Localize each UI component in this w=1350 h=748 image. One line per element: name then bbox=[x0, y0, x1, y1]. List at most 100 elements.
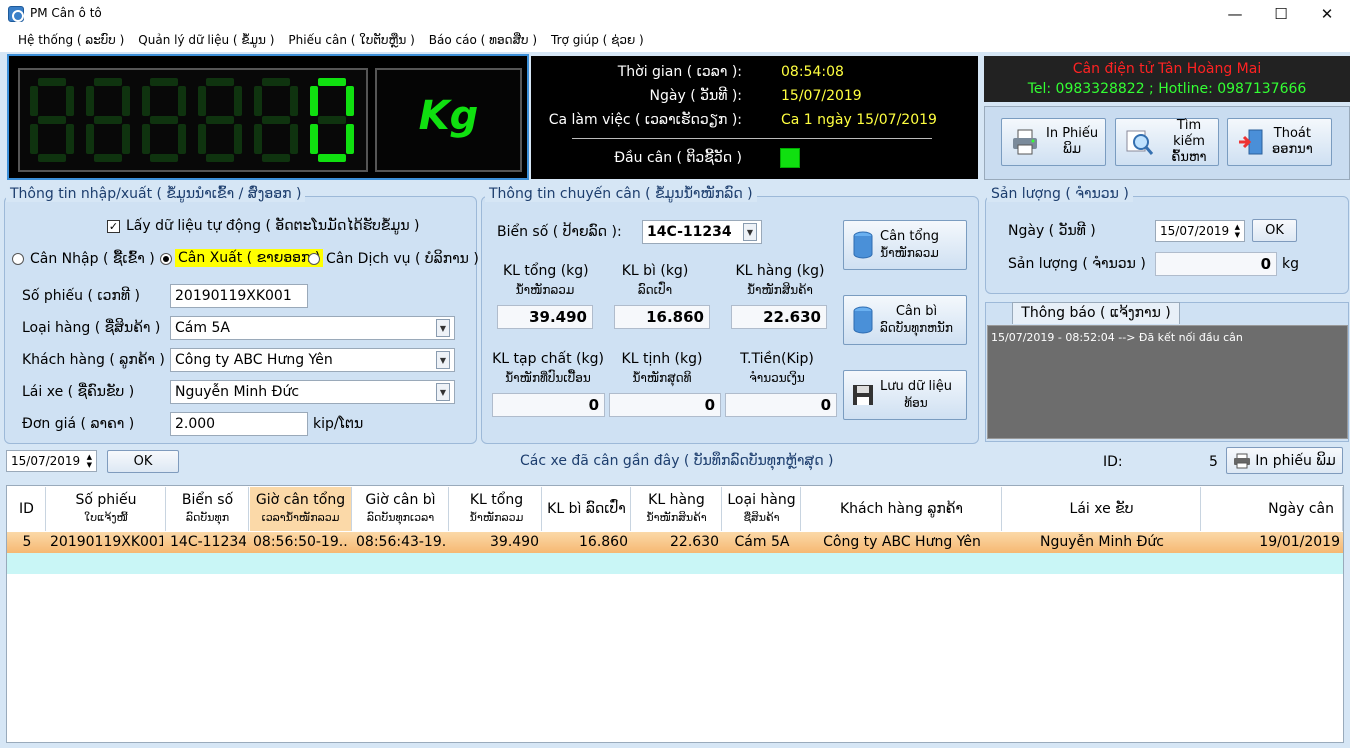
close-button[interactable]: ✕ bbox=[1304, 0, 1350, 28]
radio-export-dot bbox=[160, 253, 172, 265]
column-header[interactable]: Biển số ລົດບັນທຸກ bbox=[167, 487, 249, 531]
customer-combo[interactable]: Công ty ABC Hưng Yên ▼ bbox=[170, 348, 455, 372]
goods-combo[interactable]: Cám 5A ▼ bbox=[170, 316, 455, 340]
ticket-number-field[interactable]: 20190119XK001 bbox=[170, 284, 308, 308]
weight-readout bbox=[18, 68, 368, 172]
recent-date-picker[interactable]: 15/07/2019 ▲ ▼ bbox=[6, 450, 97, 472]
price-unit: kip/ໂຕນ bbox=[313, 416, 364, 432]
digit-4-segment-f bbox=[254, 86, 262, 116]
chevron-down-icon[interactable]: ▼ bbox=[436, 319, 450, 337]
money-label: T.Tiền(Kip) bbox=[740, 351, 814, 367]
digit-5-segment-b bbox=[346, 86, 354, 116]
table-cell: 08:56:43-19... bbox=[356, 534, 446, 550]
spinner-icon[interactable]: ▲ ▼ bbox=[1235, 223, 1240, 239]
weigh-tare-button[interactable]: Cân bì ລົດບັນທຸກຫນັກ bbox=[843, 295, 967, 345]
digit-1-segment-a bbox=[94, 78, 122, 86]
weigh-tare-label-lao: ລົດບັນທຸກຫນັກ bbox=[880, 321, 953, 335]
column-header[interactable]: Loại hàng ຊື່ສິນຄ້າ bbox=[723, 487, 801, 531]
exit-door-icon bbox=[1239, 129, 1263, 155]
chevron-down-icon[interactable]: ▼ bbox=[436, 383, 450, 401]
save-data-button[interactable]: Lưu dữ liệu ທ້ອນ bbox=[843, 370, 967, 420]
time-label: Thời gian ( ເວລາ ): bbox=[617, 64, 742, 80]
digit-5-segment-f bbox=[310, 86, 318, 116]
output-group bbox=[985, 196, 1349, 294]
radio-service[interactable] bbox=[308, 253, 320, 269]
menu-data-management[interactable]: Quản lý dữ liệu ( ຂໍ້ມູນ ) bbox=[131, 33, 281, 47]
menu-help[interactable]: Trợ giúp ( ຊ່ວຍ ) bbox=[544, 33, 651, 47]
table-cell: 16.860 bbox=[579, 534, 628, 550]
maximize-button[interactable]: ☐ bbox=[1258, 0, 1304, 28]
output-ok-button[interactable]: OK bbox=[1252, 219, 1297, 242]
printer-icon bbox=[1013, 129, 1037, 155]
search-button[interactable]: Tìm kiếm ຄົ້ນຫາ bbox=[1115, 118, 1219, 166]
radio-service-dot bbox=[308, 253, 320, 265]
recent-ok-button[interactable]: OK bbox=[107, 450, 179, 473]
impurity-label-lao: ນ້ຳໜັກທີ່ປົນເປື້ອນ bbox=[505, 371, 591, 385]
print-ticket-button[interactable]: In Phiếu ພິມ bbox=[1001, 118, 1106, 166]
plate-label: Biển số ( ປ້າຍລົດ ): bbox=[497, 224, 622, 240]
tare-weight-field: 16.860 bbox=[614, 305, 710, 329]
output-date-picker[interactable]: 15/07/2019 ▲ ▼ bbox=[1155, 220, 1245, 242]
printer-icon bbox=[1234, 453, 1251, 468]
notify-tab[interactable]: Thông báo ( ແຈ້ງການ ) bbox=[1012, 302, 1180, 324]
weigh-gross-label-lao: ນ້ຳໜັກລວມ bbox=[880, 246, 939, 260]
search-label: Tìm kiếm bbox=[1173, 118, 1205, 149]
column-header-label: Giờ cân bì bbox=[365, 492, 436, 508]
id-label: ID: bbox=[1103, 454, 1123, 470]
exit-button[interactable]: Thoát ອອກນາ bbox=[1227, 118, 1332, 166]
digit-3-segment-a bbox=[206, 78, 234, 86]
price-label: Đơn giá ( ລາຄາ ) bbox=[22, 416, 135, 432]
minimize-button[interactable]: — bbox=[1212, 0, 1258, 28]
table-row-empty[interactable] bbox=[7, 553, 1343, 574]
digit-0-segment-b bbox=[66, 86, 74, 116]
digit-4-segment-a bbox=[262, 78, 290, 86]
recent-title: Các xe đã cân gần đây ( ບັນທຶກລົດບັນທຸກຫ… bbox=[520, 453, 834, 469]
column-header[interactable]: Lái xe ຂັບ bbox=[1003, 487, 1201, 531]
company-name: Cân điện tử Tân Hoàng Mai bbox=[1072, 61, 1262, 77]
column-header[interactable]: Giờ cân bì ລົດບັນທຸກເວລາ bbox=[353, 487, 449, 531]
column-header[interactable]: KL tổng ນ້ຳໜັກລວມ bbox=[452, 487, 542, 531]
driver-label: Lái xe ( ຊື່ຄົນຂັບ ) bbox=[22, 384, 135, 400]
column-header-label: Giờ cân tổng bbox=[255, 492, 346, 508]
time-value: 08:54:08 bbox=[781, 64, 844, 80]
radio-export[interactable] bbox=[160, 253, 172, 269]
plate-combo[interactable]: 14C-11234 ▼ bbox=[642, 220, 762, 244]
column-header[interactable]: Số phiếu ໃບແຈ້ງໜີ້ bbox=[47, 487, 166, 531]
column-header[interactable]: KL bì ລົດເປົ່າ bbox=[543, 487, 631, 531]
print-ticket-small-button[interactable]: In phiếu ພິມ bbox=[1226, 447, 1343, 474]
radio-import-dot bbox=[12, 253, 24, 265]
clean-weight-label: KL tịnh (kg) bbox=[621, 351, 703, 367]
output-group-title: Sản lượng ( ຈຳນວນ ) bbox=[987, 186, 1133, 202]
column-header[interactable]: KL hàng ນ້ຳໜັກສິນຄ້າ bbox=[632, 487, 722, 531]
spinner-icon[interactable]: ▲ ▼ bbox=[87, 453, 92, 469]
column-header-sublabel: ຊື່ສິນຄ້າ bbox=[743, 511, 780, 524]
digit-4-segment-c bbox=[290, 124, 298, 154]
column-header[interactable]: Khách hàng ລູກຄ້າ bbox=[802, 487, 1002, 531]
radio-import[interactable] bbox=[12, 253, 24, 269]
weigh-gross-button[interactable]: Cân tổng ນ້ຳໜັກລວມ bbox=[843, 220, 967, 270]
digit-3-segment-d bbox=[206, 154, 234, 162]
digit-2-segment-e bbox=[142, 124, 150, 154]
column-header-label: KL bì ລົດເປົ່າ bbox=[547, 500, 626, 517]
column-header[interactable]: ID bbox=[8, 487, 46, 531]
column-header-sublabel: ນ້ຳໜັກສິນຄ້າ bbox=[646, 511, 707, 524]
io-group-title: Thông tin nhập/xuất ( ຂໍ້ມູນນຳເຂົ້າ / ສົ… bbox=[6, 186, 306, 202]
column-header[interactable]: Giờ cân tổng ເວລານ້ຳໜັກລວມ bbox=[250, 487, 352, 531]
money-label-lao: ຈຳນວນເງິນ bbox=[749, 371, 805, 385]
radio-import-label: Cân Nhập ( ຊື້ເຂົ້າ ) bbox=[30, 251, 155, 267]
column-header[interactable]: Ngày cân bbox=[1202, 487, 1343, 531]
menu-system[interactable]: Hệ thống ( ລະບົບ ) bbox=[11, 33, 131, 47]
menu-weigh-ticket[interactable]: Phiếu cân ( ໃບຕັບຫຼືນ ) bbox=[281, 33, 421, 47]
table-cell: Công ty ABC Hưng Yên bbox=[823, 534, 981, 550]
print-ticket-small-label: In phiếu ພິມ bbox=[1255, 452, 1336, 469]
menu-reports[interactable]: Báo cáo ( ທອດສືບ ) bbox=[422, 33, 544, 47]
unit-price-field[interactable]: 2.000 bbox=[170, 412, 308, 436]
driver-combo[interactable]: Nguyễn Minh Đức ▼ bbox=[170, 380, 455, 404]
auto-data-checkbox[interactable]: ✓ bbox=[107, 220, 120, 233]
net-label: KL hàng (kg) bbox=[735, 263, 825, 279]
chevron-down-icon[interactable]: ▼ bbox=[743, 223, 757, 241]
digit-1-segment-d bbox=[94, 154, 122, 162]
chevron-down-icon[interactable]: ▼ bbox=[436, 351, 450, 369]
column-header-label: KL hàng bbox=[648, 492, 705, 508]
digit-0-segment-a bbox=[38, 78, 66, 86]
